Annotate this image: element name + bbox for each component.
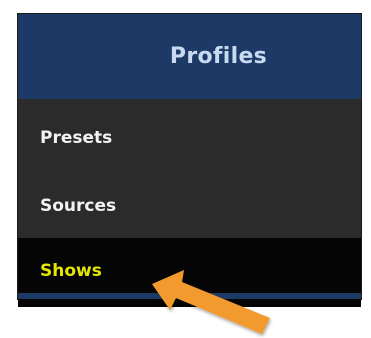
menu-item-label: Shows <box>40 260 102 281</box>
menu-item-presets[interactable]: Presets <box>18 99 361 171</box>
menu-item-label: Sources <box>40 195 117 216</box>
menu-item-label: Presets <box>40 128 113 148</box>
menu-header: Profiles <box>18 14 361 99</box>
profiles-menu-panel: Profiles Presets Sources Shows <box>18 14 361 307</box>
menu-title: Profiles <box>169 44 268 69</box>
menu-item-sources[interactable]: Sources <box>18 171 361 238</box>
orange-arrow-icon <box>152 270 270 334</box>
